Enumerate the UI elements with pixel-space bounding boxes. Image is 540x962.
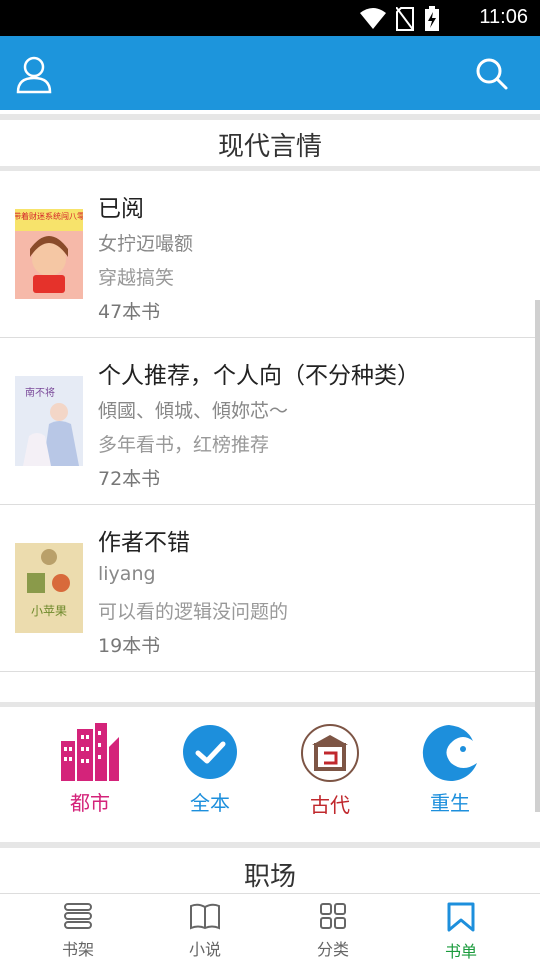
category-quanben[interactable]: 全本	[155, 723, 265, 816]
booklist-title: 作者不错	[98, 530, 190, 556]
booklist-author: liyang	[98, 563, 156, 585]
tab-booklist[interactable]: 书单	[411, 902, 511, 962]
scrollbar[interactable]	[535, 300, 540, 812]
cover-title: 带着财迷系统闯八零	[15, 211, 83, 221]
tab-label: 书单	[444, 942, 477, 961]
booklist-author: 女拧迈嘬额	[98, 233, 194, 255]
status-bar: 11:06	[0, 0, 540, 36]
section-title-bottom: 职场	[243, 862, 296, 892]
user-button[interactable]	[14, 54, 54, 94]
tab-category[interactable]: 分类	[283, 902, 383, 960]
booklist-list: 带着财迷系统闯八零 已阅 女拧迈嘬额 穿越搞笑 47本书 南不将 个人推荐，个人…	[0, 171, 540, 672]
booklist-author: 傾國、傾城、傾妳芯～	[98, 400, 289, 422]
section-title-top: 现代言情	[217, 132, 322, 162]
category-dushi[interactable]: 都市	[35, 723, 145, 816]
booklist-description: 穿越搞笑	[98, 267, 175, 289]
booklist-item[interactable]: 带着财迷系统闯八零 已阅 女拧迈嘬额 穿越搞笑 47本书	[0, 171, 540, 338]
cover-title: 南不将	[25, 386, 55, 399]
check-circle-icon	[183, 725, 237, 779]
bookmark-icon	[447, 902, 475, 932]
booklist-item[interactable]: 小苹果 作者不错 liyang 可以看的逻辑没问题的 19本书	[0, 505, 540, 672]
book-cover: 小苹果	[15, 543, 83, 633]
booklist-title: 个人推荐，个人向（不分种类）	[98, 363, 420, 389]
book-icon	[190, 903, 220, 930]
app-header	[0, 36, 540, 110]
search-icon	[476, 58, 508, 90]
category-label: 都市	[70, 791, 110, 815]
search-button[interactable]	[472, 54, 512, 94]
category-label: 古代	[310, 793, 350, 817]
booklist-count: 19本书	[98, 635, 161, 657]
divider	[0, 114, 540, 120]
tab-bookshelf[interactable]: 书架	[28, 902, 128, 960]
booklist-description: 可以看的逻辑没问题的	[98, 601, 289, 623]
wifi-icon	[360, 8, 386, 29]
category-gudai[interactable]: 古代	[275, 723, 385, 818]
booklist-count: 47本书	[98, 301, 161, 323]
tab-label: 书架	[61, 940, 94, 959]
status-icons	[360, 6, 440, 32]
battery-charging-icon	[425, 6, 439, 31]
no-sim-icon	[396, 7, 414, 31]
city-icon	[61, 723, 119, 781]
category-label: 全本	[190, 791, 230, 815]
category-chongsheng[interactable]: 重生	[395, 723, 505, 816]
booklist-title: 已阅	[98, 196, 144, 222]
cloud-wave-icon	[422, 725, 477, 781]
booklist-description: 多年看书，红榜推荐	[98, 434, 270, 456]
booklist-item[interactable]: 南不将 个人推荐，个人向（不分种类） 傾國、傾城、傾妳芯～ 多年看书，红榜推荐 …	[0, 338, 540, 505]
cover-title: 小苹果	[31, 604, 67, 618]
category-row: 都市 全本 古代 重生	[0, 707, 540, 841]
bottom-tab-bar: 书架 小说 分类 书单	[0, 893, 540, 961]
bookshelf-icon	[64, 903, 92, 929]
user-icon	[16, 56, 52, 94]
status-time: 11:06	[479, 6, 528, 28]
tab-label: 小说	[188, 940, 221, 959]
category-label: 重生	[430, 791, 470, 815]
grid-icon	[320, 903, 346, 929]
tab-novel[interactable]: 小说	[155, 902, 255, 960]
book-cover: 带着财迷系统闯八零	[15, 209, 83, 299]
ancient-building-icon	[301, 724, 359, 782]
booklist-count: 72本书	[98, 468, 161, 490]
tab-label: 分类	[316, 940, 349, 959]
divider	[0, 842, 540, 848]
book-cover: 南不将	[15, 376, 83, 466]
